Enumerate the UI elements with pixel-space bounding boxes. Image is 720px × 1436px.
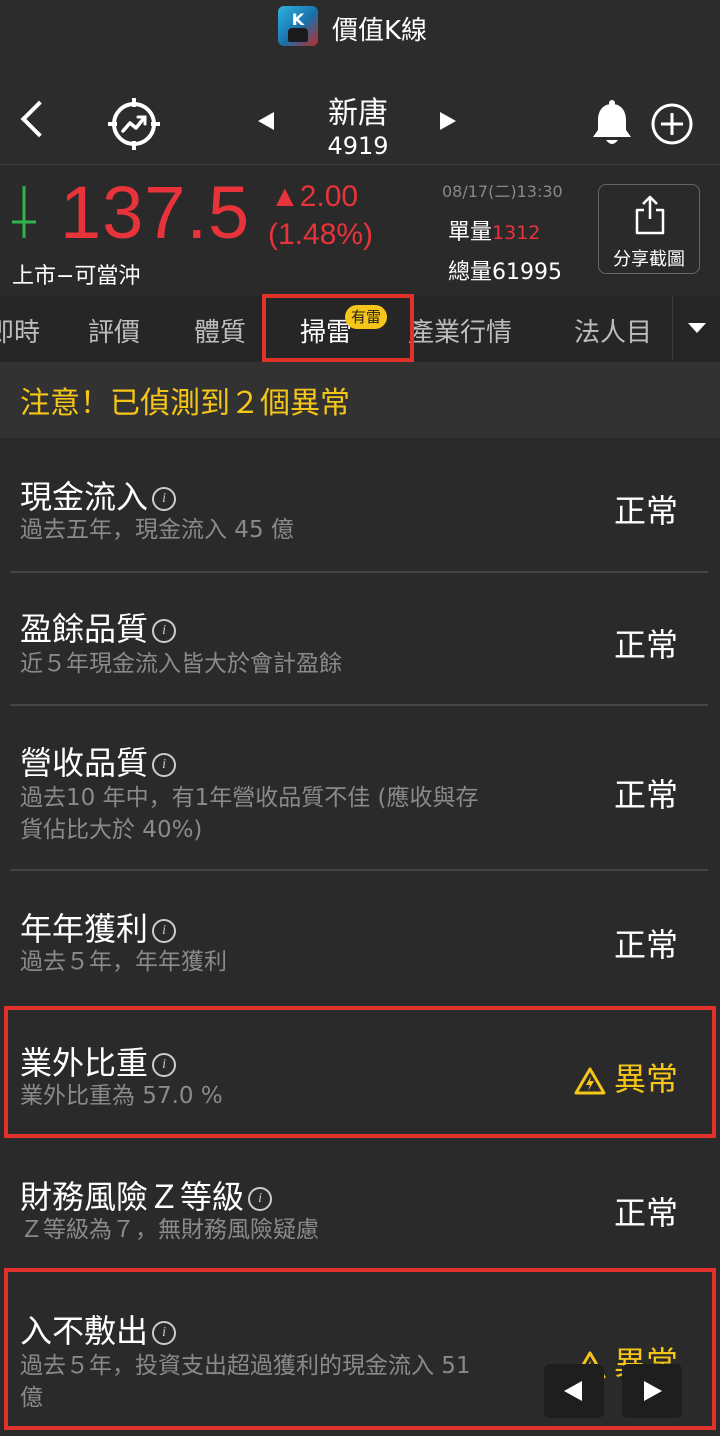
info-icon[interactable]: i: [248, 1187, 273, 1211]
check-title: 營收品質 i: [20, 738, 177, 784]
check-desc: 近５年現金流入皆大於會計盈餘: [20, 651, 342, 677]
info-icon[interactable]: i: [152, 619, 177, 643]
single-volume: 單量1312: [448, 214, 540, 246]
tab-dropdown-button[interactable]: [672, 296, 720, 360]
add-circle-icon[interactable]: [650, 102, 694, 146]
active-tab-highlight: [262, 294, 414, 362]
app-logo: K: [278, 6, 318, 46]
app-logo-letter: K: [291, 10, 305, 29]
check-desc: Ｚ等級為７，無財務風險疑慮: [20, 1217, 319, 1243]
tab-industry[interactable]: 產業行情: [408, 312, 512, 349]
tab-valuation[interactable]: 評價: [88, 312, 140, 349]
info-icon[interactable]: i: [152, 1053, 177, 1077]
check-title: 入不敷出 i: [20, 1306, 177, 1352]
info-icon[interactable]: i: [152, 1321, 177, 1345]
warning-icon: [574, 1067, 606, 1095]
info-icon[interactable]: i: [152, 753, 177, 777]
next-page-button[interactable]: [622, 1364, 682, 1418]
check-status: 正常: [613, 626, 678, 664]
divider: [10, 704, 708, 706]
check-desc: 過去五年，現金流入 45 億: [20, 517, 294, 543]
total-volume-value: 61995: [492, 260, 563, 285]
check-status: 正常: [613, 776, 678, 814]
share-icon: [635, 195, 665, 235]
check-desc: 過去５年，投資支出超過獲利的現金流入 51億: [20, 1353, 471, 1411]
total-volume-label: 總量: [448, 260, 493, 285]
divider: [10, 571, 708, 573]
price-change-percent: (1.48%): [268, 218, 374, 251]
dropdown-caret-icon: [688, 323, 706, 333]
divider: [10, 869, 708, 871]
check-title: 現金流入 i: [20, 472, 177, 518]
next-stock-arrow-icon[interactable]: [440, 112, 456, 130]
market-type: 上市−可當沖: [12, 264, 141, 289]
check-desc: 過去10 年中，有1年營收品質不佳 (應收與存貨佔比大於 40%): [20, 785, 479, 843]
warning-banner-text: 注意！已偵測到２個異常: [20, 386, 350, 421]
info-icon[interactable]: i: [152, 487, 177, 511]
share-label: 分享截圖: [613, 249, 685, 270]
right-arrow-icon: [644, 1381, 662, 1401]
single-volume-label: 單量: [448, 220, 493, 245]
check-status: 異常: [574, 1054, 678, 1100]
check-title: 盈餘品質 i: [20, 604, 177, 650]
check-status: 正常: [613, 926, 678, 964]
check-desc: 業外比重為 57.0 %: [20, 1083, 223, 1109]
trend-arrow-icon: [12, 186, 36, 238]
app-title: 價值K線: [332, 16, 428, 46]
share-screenshot-button[interactable]: 分享截圖: [598, 184, 700, 274]
check-status: 正常: [613, 1194, 678, 1232]
current-price: 137.5: [60, 171, 251, 254]
total-volume: 總量61995: [448, 254, 562, 286]
check-title: 業外比重 i: [20, 1038, 177, 1084]
previous-page-button[interactable]: [544, 1364, 604, 1418]
check-status: 正常: [613, 492, 678, 530]
price-change: ▲2.00: [270, 180, 359, 213]
tab-institutional-target[interactable]: 法人目: [574, 312, 652, 349]
tab-fundamentals[interactable]: 體質: [194, 312, 246, 349]
bell-icon[interactable]: [590, 100, 634, 148]
info-icon[interactable]: i: [152, 919, 177, 943]
single-volume-value: 1312: [492, 222, 541, 244]
tab-realtime[interactable]: 即時: [0, 312, 40, 349]
check-title: 財務風險Ｚ等級 i: [20, 1172, 273, 1218]
check-title: 年年獲利 i: [20, 904, 177, 950]
check-desc: 過去５年，年年獲利: [20, 949, 227, 975]
quote-datetime: 08/17(二)13:30: [442, 182, 563, 201]
left-arrow-icon: [564, 1381, 582, 1401]
